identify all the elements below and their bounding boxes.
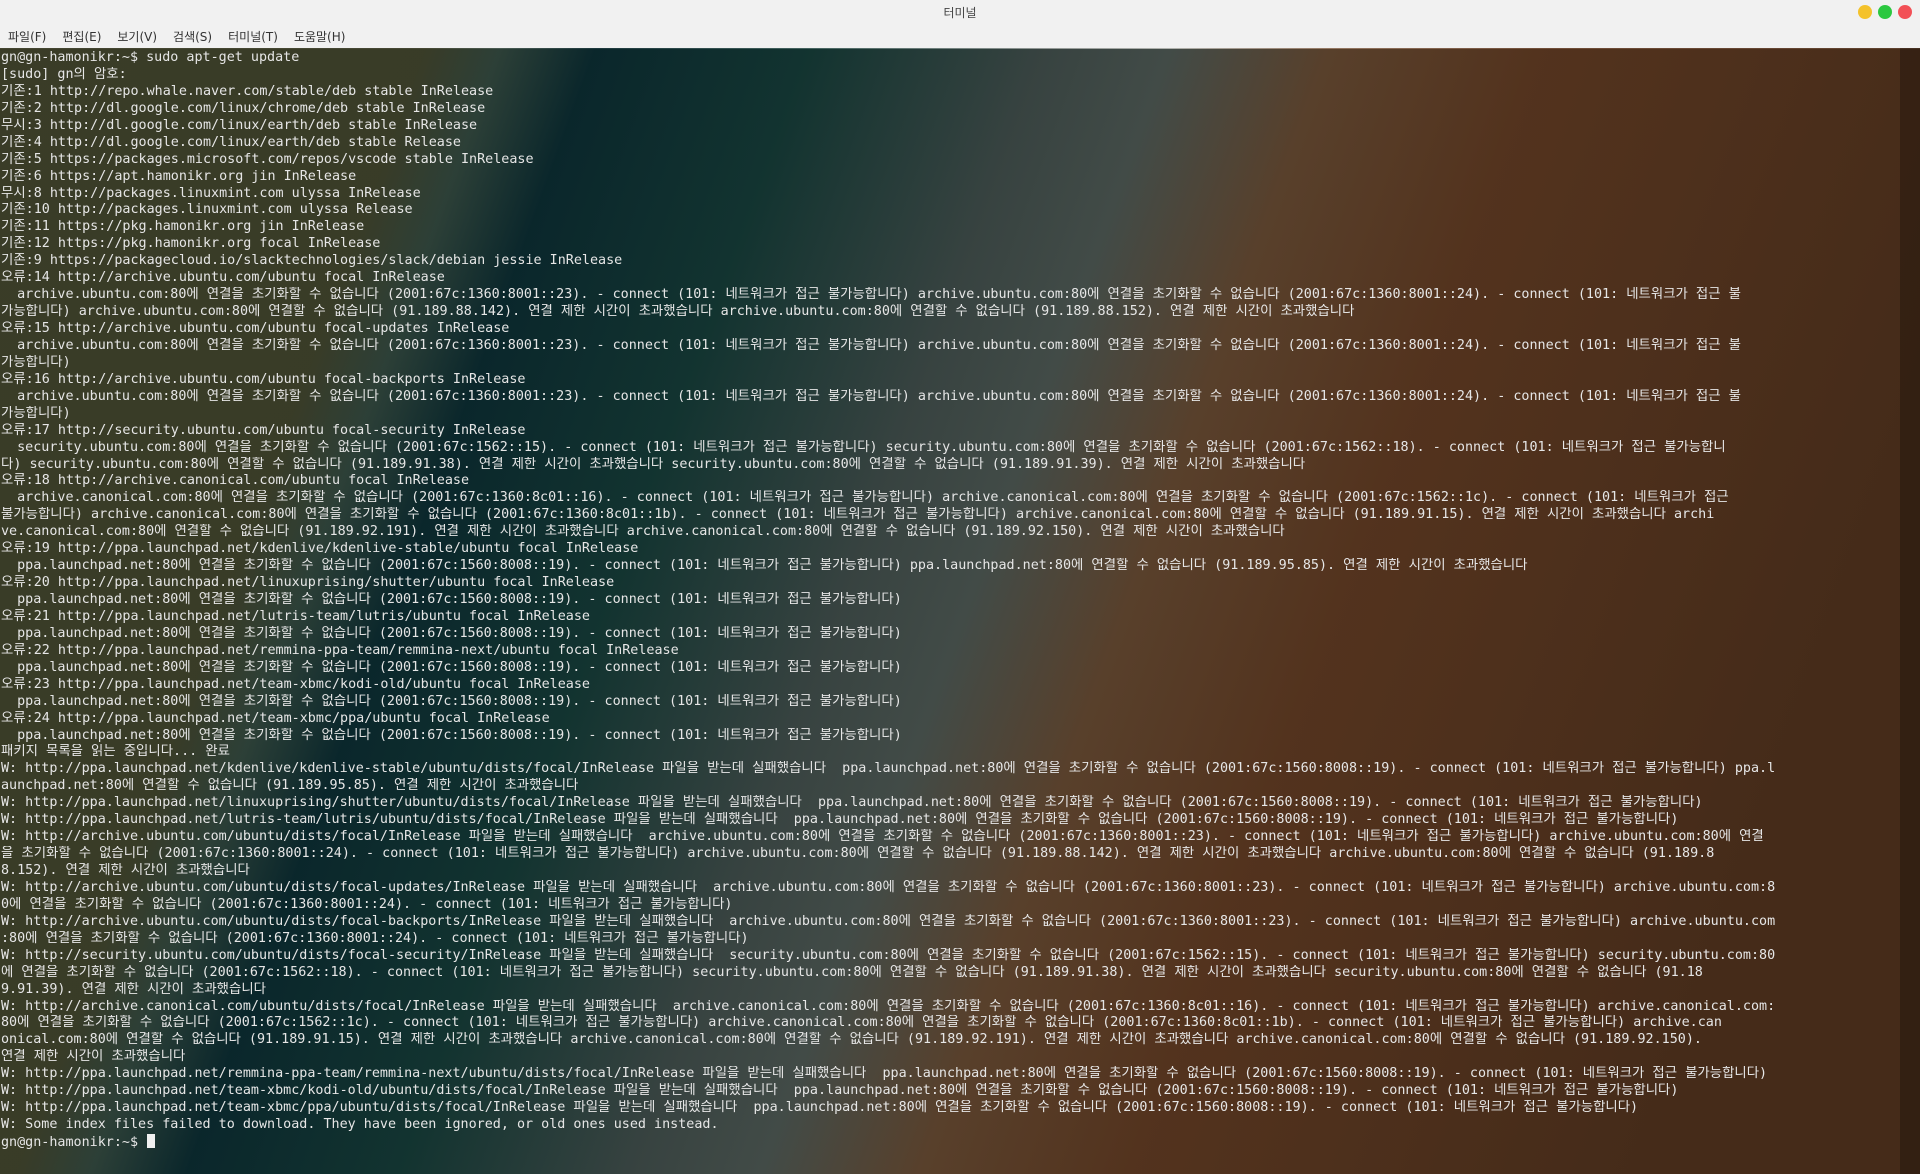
terminal-line: [sudo] gn의 암호: [1, 66, 127, 82]
terminal-line: 9.91.39). 연결 제한 시간이 초과했습니다 [1, 981, 266, 997]
shell-prompt: gn@gn-hamonikr:~$ [1, 1135, 147, 1150]
terminal-line: ppa.launchpad.net:80에 연결을 초기화할 수 없습니다 (2… [1, 592, 902, 607]
terminal-line: W: http://security.ubuntu.com/ubuntu/dis… [1, 947, 1776, 963]
terminal-line: ppa.launchpad.net:80에 연결을 초기화할 수 없습니다 (2… [1, 693, 902, 709]
terminal-line: 기존:6 https://apt.hamonikr.org jin InRele… [1, 168, 357, 184]
terminal-line: W: http://archive.ubuntu.com/ubuntu/dist… [1, 829, 1764, 845]
terminal-line: 8.152). 연결 제한 시간이 초과했습니다 [1, 863, 250, 878]
terminal-line: 오류:14 http://archive.ubuntu.com/ubuntu f… [1, 270, 445, 286]
terminal-line: W: http://archive.ubuntu.com/ubuntu/dist… [1, 913, 1776, 929]
terminal-line: 기존:5 https://packages.microsoft.com/repo… [1, 151, 534, 167]
terminal-line: 가능합니다) [1, 405, 71, 421]
terminal-line: ve.canonical.com:80에 연결할 수 없습니다 (91.189.… [1, 524, 1285, 540]
terminal-line: 오류:23 http://ppa.launchpad.net/team-xbmc… [1, 676, 590, 692]
terminal-line: onical.com:80에 연결할 수 없습니다 (91.189.91.15)… [1, 1032, 1702, 1048]
terminal-line: aunchpad.net:80에 연결할 수 없습니다 (91.189.95.8… [1, 778, 579, 794]
terminal-line: 오류:24 http://ppa.launchpad.net/team-xbmc… [1, 710, 550, 726]
terminal-line: 무시:3 http://dl.google.com/linux/earth/de… [1, 117, 478, 133]
terminal-line: W: Some index files failed to download. … [1, 1117, 719, 1133]
maximize-button[interactable] [1878, 5, 1892, 19]
terminal-line: 기존:1 http://repo.whale.naver.com/stable/… [1, 83, 494, 99]
terminal-line: 오류:18 http://archive.canonical.com/ubunt… [1, 473, 470, 489]
terminal-line: ppa.launchpad.net:80에 연결을 초기화할 수 없습니다 (2… [1, 558, 1528, 574]
close-button[interactable] [1898, 5, 1912, 19]
terminal-line: 기존:12 https://pkg.hamonikr.org focal InR… [1, 236, 381, 252]
terminal-line: 불가능합니다) archive.canonical.com:80에 연결을 초기… [1, 507, 1715, 523]
terminal-window: 터미널 파일(F) 편집(E) 보기(V) 검색(S) 터미널(T) 도움말(H… [0, 0, 1920, 1174]
terminal-line: 연결 제한 시간이 초과했습니다 [1, 1049, 186, 1065]
terminal-line: W: http://ppa.launchpad.net/kdenlive/kde… [1, 761, 1776, 777]
window-controls [1858, 5, 1912, 19]
menu-search[interactable]: 검색(S) [165, 28, 220, 45]
terminal-line: ppa.launchpad.net:80에 연결을 초기화할 수 없습니다 (2… [1, 625, 902, 641]
title-bar[interactable]: 터미널 [0, 0, 1920, 24]
terminal-line: 가능합니다) archive.ubuntu.com:80에 연결할 수 없습니다… [1, 304, 1355, 320]
terminal-line: archive.canonical.com:80에 연결을 초기화할 수 없습니… [1, 490, 1729, 506]
terminal-line: 을 초기화할 수 없습니다 (2001:67c:1360:8001::24). … [1, 846, 1715, 862]
terminal-line: 80에 연결을 초기화할 수 없습니다 (2001:67c:1562::1c).… [1, 1015, 1722, 1031]
terminal-line: 오류:20 http://ppa.launchpad.net/linuxupri… [1, 575, 615, 591]
terminal-line: W: http://archive.canonical.com/ubuntu/d… [1, 998, 1776, 1014]
terminal-line: gn@gn-hamonikr:~$ sudo apt-get update [1, 50, 300, 65]
terminal-line: W: http://ppa.launchpad.net/team-xbmc/pp… [1, 1100, 1639, 1116]
terminal-line: 기존:9 https://packagecloud.io/slacktechno… [1, 253, 623, 269]
terminal-line: 가능합니다) [1, 354, 71, 370]
menu-view[interactable]: 보기(V) [109, 28, 165, 45]
terminal-line: 오류:22 http://ppa.launchpad.net/remmina-p… [1, 642, 679, 658]
terminal-line: 패키지 목록을 읽는 중입니다... 완료 [1, 744, 230, 760]
terminal-line: W: http://archive.ubuntu.com/ubuntu/dist… [1, 879, 1776, 895]
terminal-line: 0에 연결을 초기화할 수 없습니다 (2001:67c:1360:8001::… [1, 896, 733, 912]
terminal-line: :80에 연결을 초기화할 수 없습니다 (2001:67c:1360:8001… [1, 930, 749, 946]
terminal-line: 오류:16 http://archive.ubuntu.com/ubuntu f… [1, 371, 526, 387]
window-title: 터미널 [943, 5, 977, 20]
terminal-line: 기존:10 http://packages.linuxmint.com ulys… [1, 202, 413, 218]
menu-file[interactable]: 파일(F) [0, 28, 54, 45]
terminal-line: ppa.launchpad.net:80에 연결을 초기화할 수 없습니다 (2… [1, 659, 902, 675]
terminal-line: W: http://ppa.launchpad.net/linuxuprisin… [1, 795, 1703, 811]
terminal-line: 에 연결을 초기화할 수 없습니다 (2001:67c:1562::18). -… [1, 964, 1703, 980]
terminal-line: 기존:4 http://dl.google.com/linux/earth/de… [1, 134, 461, 150]
menu-edit[interactable]: 편집(E) [54, 28, 109, 45]
terminal-line: 다) security.ubuntu.com:80에 연결할 수 없습니다 (9… [1, 456, 1306, 472]
terminal-line: archive.ubuntu.com:80에 연결을 초기화할 수 없습니다 (… [1, 388, 1741, 404]
text-cursor [147, 1134, 156, 1148]
terminal-line: W: http://ppa.launchpad.net/team-xbmc/ko… [1, 1083, 1679, 1099]
terminal-line: 오류:19 http://ppa.launchpad.net/kdenlive/… [1, 541, 639, 557]
terminal-line: 오류:21 http://ppa.launchpad.net/lutris-te… [1, 608, 590, 624]
terminal-line: archive.ubuntu.com:80에 연결을 초기화할 수 없습니다 (… [1, 287, 1741, 303]
menu-terminal[interactable]: 터미널(T) [220, 28, 286, 45]
terminal-line: 오류:17 http://security.ubuntu.com/ubuntu … [1, 422, 526, 438]
menu-help[interactable]: 도움말(H) [286, 28, 354, 45]
terminal-line: 기존:11 https://pkg.hamonikr.org jin InRel… [1, 219, 365, 235]
terminal-line: 기존:2 http://dl.google.com/linux/chrome/d… [1, 100, 486, 116]
terminal-line: security.ubuntu.com:80에 연결을 초기화할 수 없습니다 … [1, 439, 1726, 455]
terminal-prompt-line[interactable]: gn@gn-hamonikr:~$ [1, 1134, 1906, 1151]
terminal-line: 무시:8 http://packages.linuxmint.com ulyss… [1, 185, 421, 201]
terminal-line: W: http://ppa.launchpad.net/remmina-ppa-… [1, 1066, 1768, 1082]
terminal-line: 오류:15 http://archive.ubuntu.com/ubuntu f… [1, 321, 510, 336]
terminal-output-area[interactable]: gn@gn-hamonikr:~$ sudo apt-get update [su… [0, 48, 1920, 1174]
terminal-line: archive.ubuntu.com:80에 연결을 초기화할 수 없습니다 (… [1, 337, 1741, 353]
terminal-line: W: http://ppa.launchpad.net/lutris-team/… [1, 812, 1679, 828]
terminal-line: ppa.launchpad.net:80에 연결을 초기화할 수 없습니다 (2… [1, 727, 902, 743]
minimize-button[interactable] [1858, 5, 1872, 19]
menu-bar: 파일(F) 편집(E) 보기(V) 검색(S) 터미널(T) 도움말(H) [0, 24, 1920, 49]
terminal-lines: gn@gn-hamonikr:~$ sudo apt-get update [su… [1, 50, 1906, 1151]
